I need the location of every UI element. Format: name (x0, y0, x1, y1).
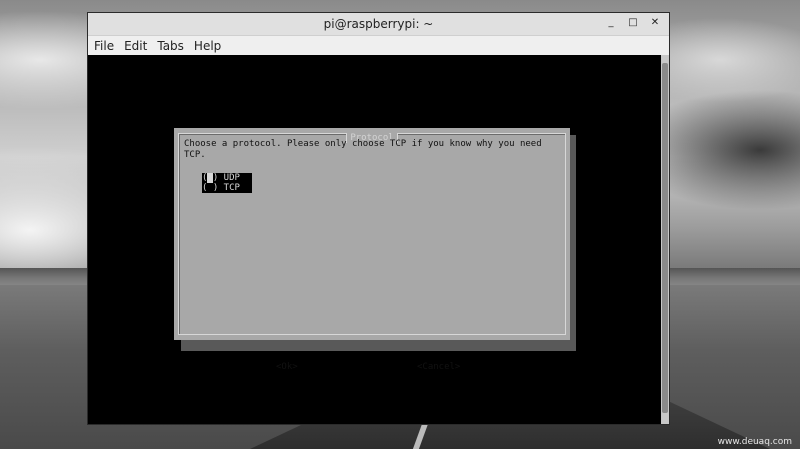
protocol-options: ( ) UDP ( ) TCP (202, 173, 252, 193)
menu-edit[interactable]: Edit (124, 39, 147, 53)
dialog-message: Choose a protocol. Please only choose TC… (184, 139, 542, 160)
watermark: www.deuaq.com (717, 437, 792, 447)
scrollbar-thumb[interactable] (662, 63, 668, 413)
dialog-frame: Protocol (178, 133, 566, 335)
window-controls: _ □ ✕ (605, 16, 661, 30)
menu-help[interactable]: Help (194, 39, 221, 53)
close-icon[interactable]: ✕ (649, 16, 661, 30)
maximize-icon[interactable]: □ (627, 16, 639, 30)
terminal-scrollbar[interactable] (661, 55, 669, 424)
menu-tabs[interactable]: Tabs (157, 39, 184, 53)
cancel-button[interactable]: <Cancel> (417, 362, 460, 373)
terminal-area[interactable]: Protocol Choose a protocol. Please only … (88, 55, 661, 424)
ok-button[interactable]: <Ok> (276, 362, 298, 373)
minimize-icon[interactable]: _ (605, 16, 617, 30)
option-udp[interactable]: ( ) UDP (202, 173, 252, 183)
option-tcp[interactable]: ( ) TCP (202, 183, 252, 193)
menubar: File Edit Tabs Help (88, 36, 669, 56)
protocol-dialog: Protocol Choose a protocol. Please only … (174, 128, 570, 372)
window-titlebar[interactable]: pi@raspberrypi: ~ _ □ ✕ (88, 13, 669, 36)
terminal-window: pi@raspberrypi: ~ _ □ ✕ File Edit Tabs H… (88, 13, 669, 424)
window-title: pi@raspberrypi: ~ (323, 17, 434, 31)
menu-file[interactable]: File (94, 39, 114, 53)
